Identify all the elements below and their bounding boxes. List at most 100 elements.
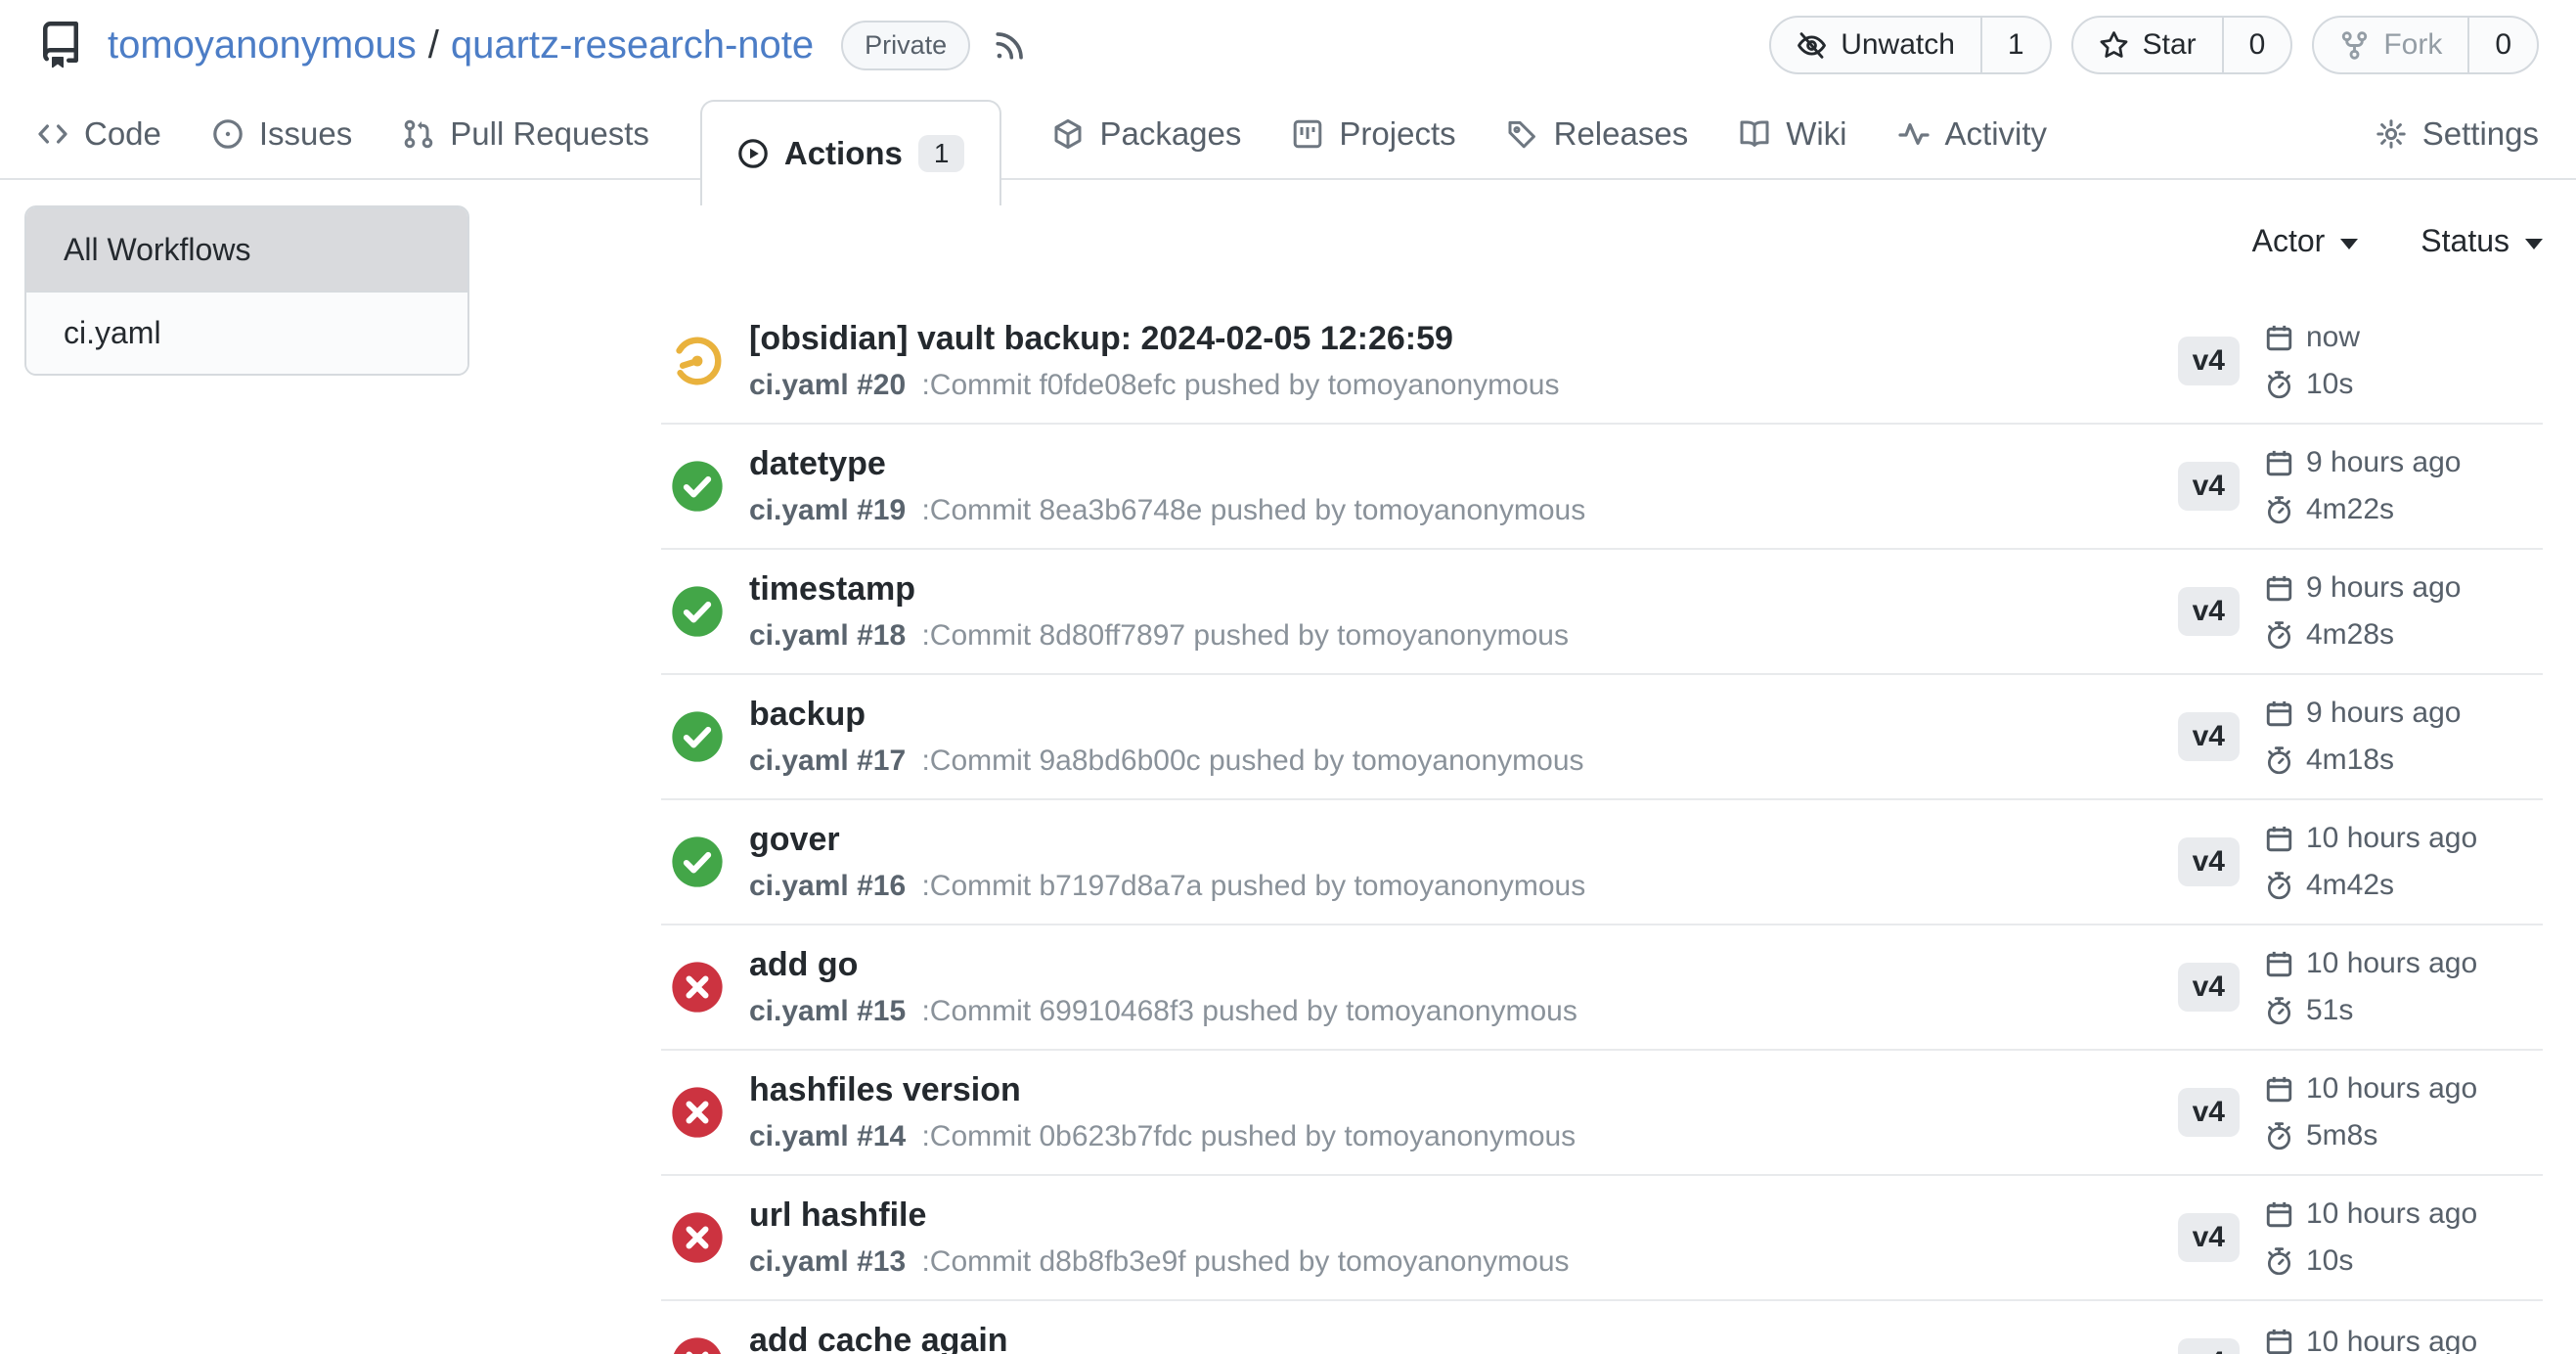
rss-feed-icon[interactable] <box>994 28 1027 62</box>
run-duration-label: 10s <box>2306 368 2353 401</box>
workflow-run-row[interactable]: hashfiles version ci.yaml #14 :Commit 0b… <box>661 1051 2543 1176</box>
run-text-block: backup ci.yaml #17 :Commit 9a8bd6b00c pu… <box>749 696 1584 778</box>
run-time-ago-label: 9 hours ago <box>2306 446 2461 479</box>
run-title-link[interactable]: datetype <box>749 445 1585 483</box>
sidebar-workflow-item[interactable]: ci.yaml <box>26 291 467 374</box>
run-duration-label: 4m18s <box>2306 744 2394 777</box>
tab-settings[interactable]: Settings <box>2376 115 2539 153</box>
run-times: 10 hours ago <box>2265 1326 2543 1354</box>
run-workflow-ref: ci.yaml #20 <box>749 369 906 401</box>
run-title-link[interactable]: url hashfile <box>749 1196 1570 1235</box>
code-icon <box>37 118 68 150</box>
forks-count[interactable]: 0 <box>2467 18 2537 72</box>
unwatch-button[interactable]: Unwatch <box>1771 18 1980 72</box>
tab-packages[interactable]: Packages <box>1052 115 1241 153</box>
run-time-ago-label: 9 hours ago <box>2306 571 2461 605</box>
tab-pull-requests[interactable]: Pull Requests <box>403 115 649 153</box>
run-title-link[interactable]: hashfiles version <box>749 1071 1576 1109</box>
fork-button[interactable]: Fork <box>2314 18 2467 72</box>
run-times: 9 hours ago 4m28s <box>2265 571 2543 652</box>
sidebar-workflow-label: ci.yaml <box>64 315 161 351</box>
run-meta-column: v4 9 hours ago <box>2178 697 2543 777</box>
in-progress-icon <box>671 335 724 387</box>
repo-name-link[interactable]: quartz-research-note <box>451 23 814 68</box>
issue-opened-icon <box>212 118 244 150</box>
tab-projects[interactable]: Projects <box>1292 115 1455 153</box>
run-time-ago: 10 hours ago <box>2265 822 2543 855</box>
run-duration-label: 5m8s <box>2306 1119 2377 1152</box>
workflow-run-row[interactable]: url hashfile ci.yaml #13 :Commit d8b8fb3… <box>661 1176 2543 1301</box>
runner-version-badge: v4 <box>2178 712 2240 761</box>
run-subtitle: ci.yaml #20 :Commit f0fde08efc pushed by… <box>749 369 1560 402</box>
status-filter-label: Status <box>2421 223 2509 259</box>
run-workflow-ref: ci.yaml #14 <box>749 1120 906 1152</box>
tab-settings-label: Settings <box>2422 115 2539 153</box>
stopwatch-icon <box>2265 371 2293 399</box>
run-text-block: timestamp ci.yaml #18 :Commit 8d80ff7897… <box>749 570 1569 653</box>
run-time-ago: now <box>2265 321 2543 354</box>
calendar-icon <box>2265 1200 2293 1229</box>
star-label: Star <box>2143 28 2197 62</box>
run-duration: 10s <box>2265 1244 2543 1278</box>
unwatch-label: Unwatch <box>1841 28 1955 62</box>
run-commit-info: :Commit f0fde08efc pushed by tomoyanonym… <box>921 369 1559 401</box>
workflow-run-row[interactable]: add cache again v4 <box>661 1301 2543 1354</box>
repo-owner-link[interactable]: tomoyanonymous <box>108 23 417 68</box>
star-button[interactable]: Star <box>2073 18 2222 72</box>
run-status-icon <box>671 460 724 513</box>
tab-code-label: Code <box>84 115 161 153</box>
workflow-run-row[interactable]: [obsidian] vault backup: 2024-02-05 12:2… <box>661 299 2543 425</box>
run-title-link[interactable]: add cache again <box>749 1322 1008 1354</box>
run-subtitle: ci.yaml #16 :Commit b7197d8a7a pushed by… <box>749 870 1585 903</box>
workflow-run-row[interactable]: backup ci.yaml #17 :Commit 9a8bd6b00c pu… <box>661 675 2543 800</box>
check-circle-icon <box>671 710 724 763</box>
tab-pull-requests-label: Pull Requests <box>450 115 649 153</box>
run-title-link[interactable]: gover <box>749 821 1585 859</box>
run-title-link[interactable]: [obsidian] vault backup: 2024-02-05 12:2… <box>749 320 1560 358</box>
calendar-icon <box>2265 324 2293 352</box>
run-commit-info: :Commit 0b623b7fdc pushed by tomoyanonym… <box>921 1120 1576 1152</box>
run-duration: 5m8s <box>2265 1119 2543 1152</box>
github-actions-page: tomoyanonymous / quartz-research-note Pr… <box>0 0 2576 1354</box>
stopwatch-icon <box>2265 872 2293 900</box>
run-duration: 4m18s <box>2265 744 2543 777</box>
run-text-block: datetype ci.yaml #19 :Commit 8ea3b6748e … <box>749 445 1585 527</box>
workflow-run-row[interactable]: add go ci.yaml #15 :Commit 69910468f3 pu… <box>661 925 2543 1051</box>
stars-count[interactable]: 0 <box>2222 18 2291 72</box>
tab-wiki[interactable]: Wiki <box>1739 115 1846 153</box>
workflow-run-row[interactable]: timestamp ci.yaml #18 :Commit 8d80ff7897… <box>661 550 2543 675</box>
book-icon <box>1739 118 1770 150</box>
runner-version-badge: v4 <box>2178 1338 2240 1354</box>
run-meta-column: v4 10 hours ago <box>2178 1197 2543 1278</box>
actor-filter-dropdown[interactable]: Actor <box>2252 223 2359 259</box>
run-workflow-ref: ci.yaml #13 <box>749 1245 906 1278</box>
run-duration: 4m42s <box>2265 869 2543 902</box>
tab-releases[interactable]: Releases <box>1507 115 1689 153</box>
tab-code[interactable]: Code <box>37 115 161 153</box>
tab-actions[interactable]: Actions 1 <box>700 100 1002 205</box>
sidebar-workflow-item[interactable]: All Workflows <box>26 207 467 291</box>
run-times: 9 hours ago 4m18s <box>2265 697 2543 777</box>
run-subtitle: ci.yaml #18 :Commit 8d80ff7897 pushed by… <box>749 619 1569 653</box>
runner-version-badge: v4 <box>2178 837 2240 886</box>
tab-activity[interactable]: Activity <box>1898 115 2048 153</box>
run-title-link[interactable]: add go <box>749 946 1577 984</box>
workflow-run-row[interactable]: gover ci.yaml #16 :Commit b7197d8a7a pus… <box>661 800 2543 925</box>
workflow-run-row[interactable]: datetype ci.yaml #19 :Commit 8ea3b6748e … <box>661 425 2543 550</box>
tab-issues[interactable]: Issues <box>212 115 352 153</box>
run-subtitle: ci.yaml #19 :Commit 8ea3b6748e pushed by… <box>749 494 1585 527</box>
status-filter-dropdown[interactable]: Status <box>2421 223 2543 259</box>
tab-packages-label: Packages <box>1099 115 1241 153</box>
run-title-link[interactable]: backup <box>749 696 1584 734</box>
run-text-block: url hashfile ci.yaml #13 :Commit d8b8fb3… <box>749 1196 1570 1279</box>
run-time-ago: 9 hours ago <box>2265 446 2543 479</box>
run-status-icon <box>671 710 724 763</box>
x-circle-icon <box>671 1211 724 1264</box>
package-icon <box>1052 118 1084 150</box>
watchers-count[interactable]: 1 <box>1980 18 2050 72</box>
star-button-group: Star 0 <box>2071 16 2293 74</box>
actor-filter-label: Actor <box>2252 223 2326 259</box>
run-title-link[interactable]: timestamp <box>749 570 1569 609</box>
run-text-block: [obsidian] vault backup: 2024-02-05 12:2… <box>749 320 1560 402</box>
pulse-icon <box>1898 118 1930 150</box>
